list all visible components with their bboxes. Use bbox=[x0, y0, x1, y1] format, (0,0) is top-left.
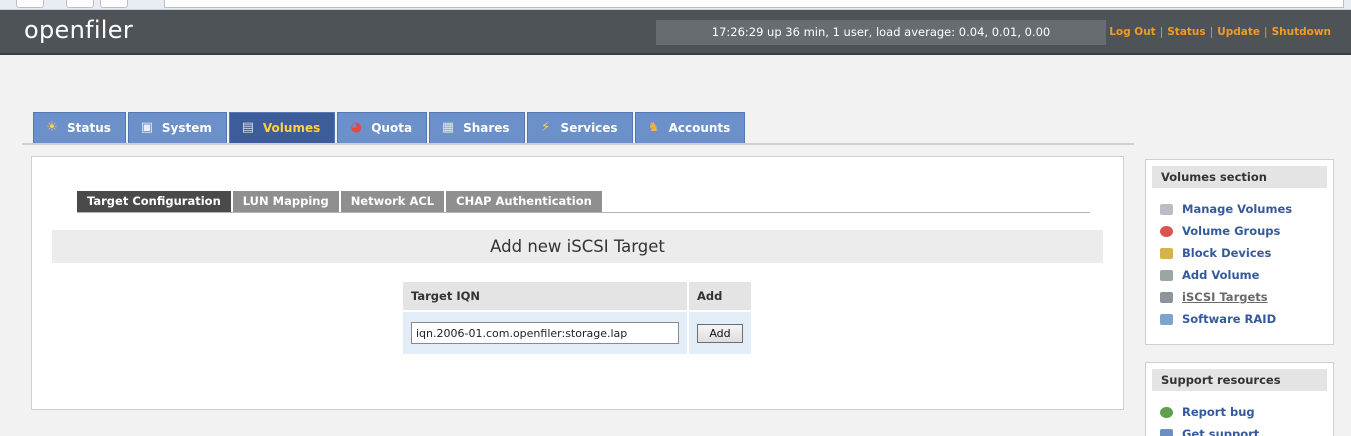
link-separator: | bbox=[1159, 26, 1164, 38]
subtab-target-configuration[interactable]: Target Configuration bbox=[77, 191, 231, 212]
top-links: Log Out | Status | Update | Shutdown bbox=[1109, 26, 1331, 38]
browser-reload-button[interactable] bbox=[100, 0, 128, 8]
subtab-network-acl[interactable]: Network ACL bbox=[340, 191, 445, 212]
app-logo: openfiler bbox=[24, 16, 134, 44]
sidebar-item-add-volume[interactable]: Add Volume bbox=[1160, 264, 1333, 286]
tab-label: Shares bbox=[463, 121, 510, 135]
subtab-lun-mapping[interactable]: LUN Mapping bbox=[232, 191, 339, 212]
update-link[interactable]: Update bbox=[1217, 26, 1260, 38]
tab-system[interactable]: ▣ System bbox=[127, 112, 227, 143]
browser-back-button[interactable] bbox=[16, 0, 44, 8]
lightning-icon: ⚡ bbox=[540, 120, 551, 135]
browser-chrome bbox=[0, 0, 1351, 10]
page-title: Add new iSCSI Target bbox=[52, 230, 1103, 263]
column-header-add: Add bbox=[689, 282, 751, 310]
sidebar-item-block-devices[interactable]: Block Devices bbox=[1160, 242, 1333, 264]
tab-label: Services bbox=[560, 121, 618, 135]
sub-tabs: Target Configuration LUN Mapping Network… bbox=[77, 191, 604, 212]
disk-icon: ▤ bbox=[241, 120, 255, 135]
target-iqn-input[interactable] bbox=[411, 322, 679, 344]
add-button[interactable]: Add bbox=[697, 323, 743, 343]
main-panel: Target Configuration LUN Mapping Network… bbox=[31, 156, 1124, 410]
volumes-section-title: Volumes section bbox=[1152, 166, 1327, 188]
tab-label: Quota bbox=[371, 121, 413, 135]
sidebar-item-label[interactable]: Report bug bbox=[1182, 405, 1255, 419]
subtab-divider bbox=[77, 212, 1090, 213]
tab-label: Accounts bbox=[668, 121, 731, 135]
sidebar-item-label[interactable]: Add Volume bbox=[1182, 268, 1259, 282]
iqn-cell bbox=[403, 312, 687, 354]
link-separator: | bbox=[1264, 26, 1268, 38]
top-header: openfiler 17:26:29 up 36 min, 1 user, lo… bbox=[0, 10, 1351, 55]
sidebar-item-volume-groups[interactable]: Volume Groups bbox=[1160, 220, 1333, 242]
add-volume-icon bbox=[1160, 269, 1173, 281]
iscsi-targets-icon bbox=[1160, 291, 1173, 303]
tab-services[interactable]: ⚡ Services bbox=[526, 112, 633, 143]
tab-accounts[interactable]: ♞ Accounts bbox=[634, 112, 746, 143]
sidebar-item-label[interactable]: Software RAID bbox=[1182, 312, 1276, 326]
folder-icon: ▦ bbox=[441, 120, 455, 135]
volumes-section-box: Volumes section Manage Volumes Volume Gr… bbox=[1145, 159, 1334, 345]
pie-icon: ◕ bbox=[350, 120, 362, 135]
volume-groups-icon bbox=[1160, 225, 1173, 237]
sidebar-item-iscsi-targets[interactable]: iSCSI Targets bbox=[1160, 286, 1333, 308]
tab-quota[interactable]: ◕ Quota bbox=[337, 112, 428, 143]
support-section-list: Report bug Get support bbox=[1146, 391, 1333, 436]
monitor-icon: ▣ bbox=[140, 120, 154, 135]
sidebar-item-label[interactable]: iSCSI Targets bbox=[1182, 290, 1268, 304]
tab-label: Status bbox=[67, 121, 111, 135]
sidebar-item-label[interactable]: Get support bbox=[1182, 427, 1259, 436]
sidebar-item-get-support[interactable]: Get support bbox=[1160, 423, 1333, 436]
sidebar-item-manage-volumes[interactable]: Manage Volumes bbox=[1160, 198, 1333, 220]
support-icon bbox=[1160, 428, 1173, 436]
support-section-box: Support resources Report bug Get support bbox=[1145, 362, 1334, 436]
browser-address-bar[interactable] bbox=[164, 0, 1344, 8]
add-target-form: Target IQN Add Add bbox=[401, 280, 753, 356]
tab-label: Volumes bbox=[262, 121, 321, 135]
tab-status[interactable]: ☀ Status bbox=[33, 112, 126, 143]
support-section-title: Support resources bbox=[1152, 369, 1327, 391]
shutdown-link[interactable]: Shutdown bbox=[1272, 26, 1331, 38]
logout-link[interactable]: Log Out bbox=[1109, 26, 1156, 38]
tab-shares[interactable]: ▦ Shares bbox=[429, 112, 525, 143]
column-header-target-iqn: Target IQN bbox=[403, 282, 687, 310]
sidebar-item-software-raid[interactable]: Software RAID bbox=[1160, 308, 1333, 330]
manage-volumes-icon bbox=[1160, 203, 1173, 215]
sidebar-item-label[interactable]: Manage Volumes bbox=[1182, 202, 1292, 216]
sidebar-item-label[interactable]: Block Devices bbox=[1182, 246, 1271, 260]
sun-icon: ☀ bbox=[46, 120, 58, 135]
users-icon: ♞ bbox=[647, 120, 660, 135]
uptime-status: 17:26:29 up 36 min, 1 user, load average… bbox=[656, 20, 1106, 45]
tab-volumes[interactable]: ▤ Volumes bbox=[228, 112, 336, 143]
sidebar-item-report-bug[interactable]: Report bug bbox=[1160, 401, 1333, 423]
volumes-section-list: Manage Volumes Volume Groups Block Devic… bbox=[1146, 188, 1333, 330]
browser-forward-button[interactable] bbox=[66, 0, 94, 8]
tab-label: System bbox=[161, 121, 212, 135]
main-tabs: ☀ Status ▣ System ▤ Volumes ◕ Quota ▦ Sh… bbox=[33, 112, 747, 143]
add-cell: Add bbox=[689, 312, 751, 354]
subtab-chap-authentication[interactable]: CHAP Authentication bbox=[446, 191, 602, 212]
bug-icon bbox=[1160, 406, 1173, 418]
block-devices-icon bbox=[1160, 247, 1173, 259]
tab-divider bbox=[22, 143, 1134, 145]
status-link[interactable]: Status bbox=[1167, 26, 1205, 38]
sidebar-item-label[interactable]: Volume Groups bbox=[1182, 224, 1280, 238]
software-raid-icon bbox=[1160, 313, 1173, 325]
link-separator: | bbox=[1209, 26, 1214, 38]
